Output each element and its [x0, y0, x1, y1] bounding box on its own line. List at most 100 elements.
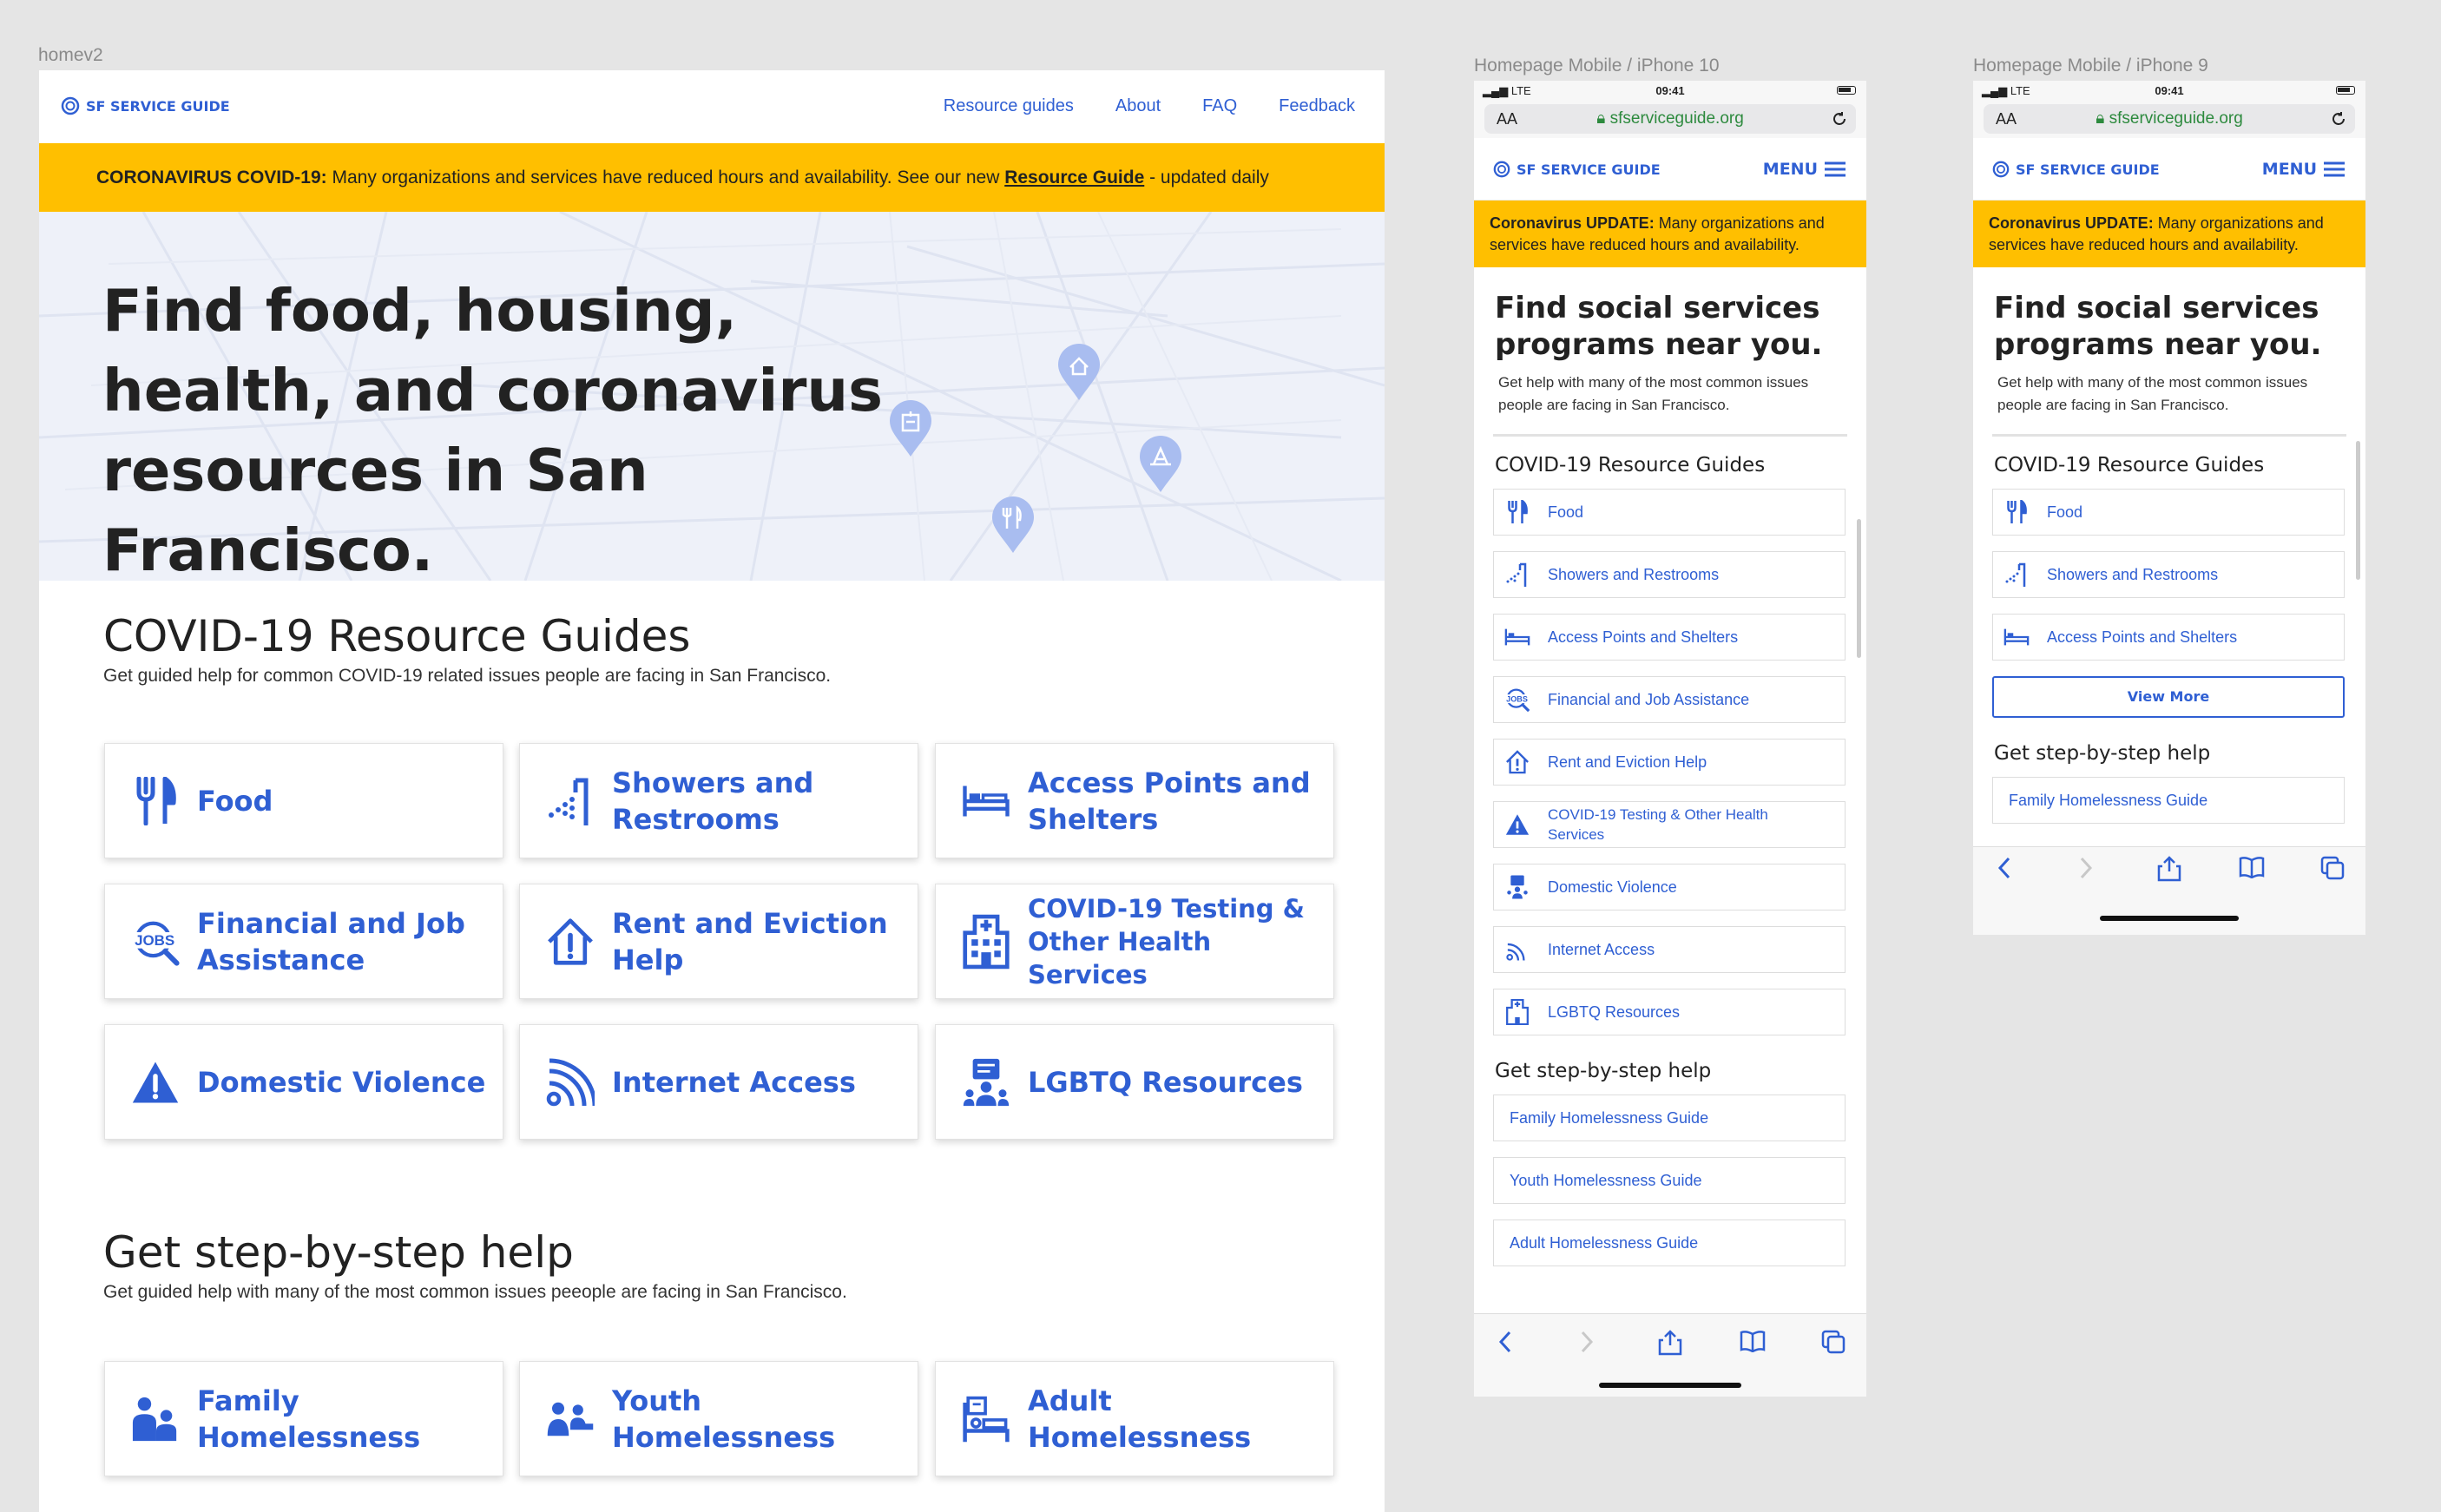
mobile-steps-list: Family Homelessness Guide: [1973, 777, 2365, 824]
nav-link-faq[interactable]: FAQ: [1202, 96, 1237, 116]
logo-text: SF SERVICE GUIDE: [1517, 161, 1661, 178]
divider: [1493, 434, 1847, 437]
list-item-showers[interactable]: Showers and Restrooms: [1992, 551, 2345, 598]
card-covid-testing[interactable]: COVID-19 Testing & Other Health Services: [935, 884, 1334, 999]
menu-button[interactable]: MENU: [2262, 160, 2345, 179]
tabs-icon[interactable]: [1821, 1330, 1846, 1354]
list-item-youth-guide[interactable]: Youth Homelessness Guide: [1493, 1157, 1846, 1204]
card-youth-homelessness[interactable]: Youth Homelessness: [519, 1361, 918, 1476]
list-item-lgbtq[interactable]: LGBTQ Resources: [1493, 989, 1846, 1035]
list-item-rent[interactable]: Rent and Eviction Help: [1493, 739, 1846, 786]
view-more-button[interactable]: View More: [1992, 676, 2345, 718]
back-icon[interactable]: [1497, 1330, 1514, 1354]
list-item-family-guide[interactable]: Family Homelessness Guide: [1992, 777, 2345, 824]
list-item-food[interactable]: Food: [1992, 489, 2345, 536]
url-field[interactable]: AA 🔒︎ sfserviceguide.org: [1984, 104, 2355, 134]
map-pin-shelter-icon[interactable]: [1138, 435, 1183, 494]
nav-link-about[interactable]: About: [1115, 96, 1161, 116]
list-item-adult-guide[interactable]: Adult Homelessness Guide: [1493, 1219, 1846, 1266]
map-pin-house-icon[interactable]: [1056, 343, 1102, 402]
house-alert-icon: [546, 917, 595, 966]
nav-link-resource-guides[interactable]: Resource guides: [944, 96, 1074, 116]
forward-icon[interactable]: [2077, 856, 2095, 880]
text-size-button[interactable]: AA: [1996, 104, 2017, 134]
back-icon[interactable]: [1996, 856, 2013, 880]
list-item-internet[interactable]: Internet Access: [1493, 926, 1846, 973]
list-item-label: Youth Homelessness Guide: [1510, 1171, 1702, 1189]
card-adult-homelessness[interactable]: Adult Homelessness: [935, 1361, 1334, 1476]
card-showers-restrooms[interactable]: Showers and Restrooms: [519, 743, 918, 858]
home-indicator[interactable]: [1599, 1383, 1741, 1388]
list-item-covid-testing[interactable]: COVID-19 Testing & Other Health Services: [1493, 801, 1846, 848]
list-item-domestic-violence[interactable]: Domestic Violence: [1493, 864, 1846, 910]
mobile-frame-label-2: Homepage Mobile / iPhone 9: [1973, 56, 2208, 76]
reload-icon[interactable]: [1832, 111, 1847, 127]
battery-icon: [2336, 86, 2355, 95]
logo-icon: [1992, 161, 2010, 178]
card-rent-eviction[interactable]: Rent and Eviction Help: [519, 884, 918, 999]
list-item-label: Rent and Eviction Help: [1548, 753, 1707, 771]
card-label: Adult Homelessness: [1028, 1384, 1252, 1454]
card-internet-access[interactable]: Internet Access: [519, 1024, 918, 1140]
mobile-covid-list: Food Showers and Restrooms Access Points…: [1474, 489, 1866, 1035]
home-indicator[interactable]: [2100, 916, 2239, 921]
adult-bed-icon: [962, 1395, 1010, 1443]
status-bar: ▂▄▆ LTE 09:41: [1474, 81, 1866, 100]
mobile-hero-title: Find social services programs near you.: [1495, 291, 1823, 362]
list-item-family-guide[interactable]: Family Homelessness Guide: [1493, 1095, 1846, 1141]
menu-label: MENU: [1762, 160, 1818, 179]
list-item-label: COVID-19 Testing & Other Health Services: [1548, 806, 1768, 843]
community-icon: [1504, 874, 1530, 900]
bookmarks-icon[interactable]: [1740, 1330, 1766, 1352]
map-pin-food-icon[interactable]: [990, 496, 1036, 555]
card-food[interactable]: Food: [104, 743, 503, 858]
card-lgbtq[interactable]: LGBTQ Resources: [935, 1024, 1334, 1140]
banner-link[interactable]: Resource Guide: [1004, 168, 1144, 187]
mobile-frame-iphone10: ▂▄▆ LTE 09:41 AA 🔒︎ sfserviceguide.org S…: [1474, 81, 1866, 1397]
mobile-covid-title: COVID-19 Resource Guides: [1495, 454, 1766, 477]
nav-link-feedback[interactable]: Feedback: [1279, 96, 1355, 116]
list-item-shelters[interactable]: Access Points and Shelters: [1493, 614, 1846, 661]
utensils-icon: [131, 776, 180, 825]
status-time: 09:41: [2155, 84, 2184, 97]
list-item-label: Adult Homelessness Guide: [1510, 1233, 1699, 1252]
list-item-label: Food: [2047, 503, 2083, 521]
tabs-icon[interactable]: [2320, 856, 2345, 880]
menu-button[interactable]: MENU: [1763, 160, 1846, 179]
shower-icon: [1504, 562, 1530, 588]
map-pin-building-icon[interactable]: [888, 399, 933, 458]
scrollbar[interactable]: [1857, 519, 1861, 658]
card-financial-job[interactable]: JOBS Financial and Job Assistance: [104, 884, 503, 999]
hero: Find food, housing, health, and coronavi…: [39, 212, 1385, 581]
reload-icon[interactable]: [2331, 111, 2346, 127]
steps-section-subtitle: Get guided help with many of the most co…: [103, 1282, 847, 1302]
list-item-shelters[interactable]: Access Points and Shelters: [1992, 614, 2345, 661]
site-logo[interactable]: SF SERVICE GUIDE: [1992, 161, 2160, 178]
banner-suffix: - updated daily: [1144, 168, 1269, 187]
bookmarks-icon[interactable]: [2239, 856, 2265, 878]
list-item-financial[interactable]: JOBS Financial and Job Assistance: [1493, 676, 1846, 723]
bed-icon: [1504, 624, 1530, 650]
card-access-points-shelters[interactable]: Access Points and Shelters: [935, 743, 1334, 858]
card-domestic-violence[interactable]: Domestic Violence: [104, 1024, 503, 1140]
text-size-button[interactable]: AA: [1497, 104, 1517, 134]
share-icon[interactable]: [2157, 856, 2181, 882]
site-logo[interactable]: SF SERVICE GUIDE: [1493, 161, 1661, 178]
community-icon: [962, 1058, 1010, 1107]
status-time: 09:41: [1655, 84, 1685, 97]
jobs-search-icon: JOBS: [131, 917, 180, 966]
shower-icon: [546, 777, 595, 825]
url-field[interactable]: AA 🔒︎ sfserviceguide.org: [1484, 104, 1856, 134]
mobile-steps-title: Get step-by-step help: [1495, 1060, 1712, 1082]
top-nav: SF SERVICE GUIDE Resource guides About F…: [39, 70, 1385, 143]
list-item-food[interactable]: Food: [1493, 489, 1846, 536]
forward-icon[interactable]: [1578, 1330, 1596, 1354]
list-item-showers[interactable]: Showers and Restrooms: [1493, 551, 1846, 598]
mobile-covid-banner: Coronavirus UPDATE: Many organizations a…: [1973, 201, 2365, 267]
site-logo[interactable]: SF SERVICE GUIDE: [61, 96, 230, 115]
shower-icon: [2003, 562, 2030, 588]
scrollbar[interactable]: [2356, 441, 2360, 580]
banner-prefix: CORONAVIRUS COVID-19:: [96, 168, 327, 187]
share-icon[interactable]: [1658, 1330, 1682, 1356]
card-family-homelessness[interactable]: Family Homelessness: [104, 1361, 503, 1476]
